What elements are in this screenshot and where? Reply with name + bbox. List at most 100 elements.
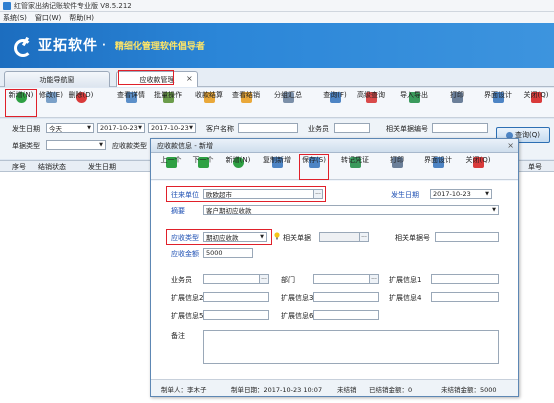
batch-operation-button[interactable]: 批量操作 bbox=[151, 90, 185, 116]
date-label: 发生日期 bbox=[12, 125, 40, 133]
prev-button[interactable]: 上一个 bbox=[157, 155, 185, 181]
ext2-label: 扩展信息2 bbox=[171, 294, 204, 302]
ext2-input[interactable] bbox=[203, 292, 269, 302]
column-header[interactable]: 结销状态 bbox=[38, 162, 66, 172]
copy-add-button[interactable]: 复制新增 bbox=[259, 155, 295, 181]
print-button[interactable]: 打印 bbox=[445, 90, 469, 116]
brand-banner: 亚拓软件 · 精细化管理软件倡导者 bbox=[0, 23, 554, 68]
brand-name: 亚拓软件 bbox=[38, 38, 98, 54]
ext5-input[interactable] bbox=[203, 310, 269, 320]
date-input[interactable]: 2017-10-23 ▼ bbox=[430, 189, 492, 199]
brand-slogan: 精细化管理软件倡导者 bbox=[114, 41, 205, 52]
tab-highlight-box bbox=[118, 70, 174, 85]
view-detail-button[interactable]: 查看详情 bbox=[114, 90, 148, 116]
related-doc-label: 相关单据 bbox=[283, 234, 311, 242]
dialog-ui-design-button[interactable]: 界面设计 bbox=[421, 155, 455, 181]
view-settle-button[interactable]: 查看结销 bbox=[229, 90, 263, 116]
ext4-input[interactable] bbox=[431, 292, 499, 302]
save-button-highlight-box bbox=[299, 154, 329, 180]
salesperson-input[interactable] bbox=[334, 123, 370, 133]
dept-input[interactable]: ··· bbox=[313, 274, 379, 284]
created-date-text: 制单日期：2017-10-23 10:07 bbox=[231, 386, 323, 394]
related-no-input[interactable] bbox=[435, 232, 499, 242]
tab-label: 功能导航窗 bbox=[39, 75, 75, 84]
menu-system[interactable]: 系统(S) bbox=[3, 13, 27, 23]
delete-button[interactable]: 删除(D) bbox=[66, 90, 96, 116]
related-no-input[interactable] bbox=[432, 123, 488, 133]
ext3-label: 扩展信息3 bbox=[281, 294, 314, 302]
tab-close-icon[interactable]: × bbox=[186, 74, 193, 83]
creator-text: 制单人：李木子 bbox=[161, 386, 207, 394]
date-label: 发生日期 bbox=[391, 191, 419, 199]
dialog-toolbar: 上一个 下一个 新增(N) 复制新增 保存(S) 转记凭证 打印 界面设计 关闭… bbox=[151, 153, 518, 180]
related-doc-lookup-button[interactable]: ··· bbox=[359, 233, 368, 241]
dropdown-arrow-icon: ▼ bbox=[99, 142, 103, 148]
dept-lookup-button[interactable]: ··· bbox=[369, 275, 378, 283]
query-button[interactable]: 查询(F) bbox=[320, 90, 350, 116]
ext6-label: 扩展信息6 bbox=[281, 312, 314, 320]
window-title: 红管家出纳记账软件专业版 V8.5.212 bbox=[14, 1, 132, 10]
recv-type-label: 应收款类型 bbox=[112, 142, 147, 150]
dialog-print-button[interactable]: 打印 bbox=[387, 155, 407, 181]
dropdown-arrow-icon: ▼ bbox=[189, 125, 193, 131]
close-button[interactable]: 关闭(Q) bbox=[521, 90, 551, 116]
settle-state-text: 未结销 bbox=[337, 386, 357, 394]
date-preset-select[interactable]: 今天 ▼ bbox=[46, 123, 94, 133]
import-export-button[interactable]: 导入导出 bbox=[396, 90, 432, 116]
date-from-input[interactable]: 2017-10-23 ▼ bbox=[97, 123, 145, 133]
amount-input[interactable]: 5000 bbox=[203, 248, 253, 258]
ext3-input[interactable] bbox=[313, 292, 379, 302]
note-textarea[interactable] bbox=[203, 330, 499, 364]
brand-separator: · bbox=[102, 39, 107, 51]
transfer-voucher-button[interactable]: 转记凭证 bbox=[337, 155, 373, 181]
doc-type-select[interactable]: ▼ bbox=[46, 140, 106, 150]
related-doc-input[interactable]: ··· bbox=[319, 232, 369, 242]
next-button[interactable]: 下一个 bbox=[189, 155, 217, 181]
salesperson-label: 业务员 bbox=[308, 125, 329, 133]
salesperson-label: 业务员 bbox=[171, 276, 192, 284]
advanced-query-button[interactable]: 高级查询 bbox=[354, 90, 388, 116]
menu-help[interactable]: 帮助(H) bbox=[69, 13, 94, 23]
tab-function-nav[interactable]: 功能导航窗 bbox=[4, 71, 110, 87]
title-bar: 红管家出纳记账软件专业版 V8.5.212 bbox=[0, 0, 554, 12]
dialog-close-icon[interactable]: × bbox=[507, 141, 514, 150]
receipt-settle-button[interactable]: 收款结算 bbox=[192, 90, 226, 116]
dialog-status-bar: 制单人：李木子 制单日期：2017-10-23 10:07 未结销 已结销金额：… bbox=[151, 379, 518, 396]
summary-input[interactable]: 客户期初应收款 ▼ bbox=[203, 205, 499, 215]
settled-amount-text: 已结销金额：0 bbox=[369, 386, 413, 394]
ext6-input[interactable] bbox=[313, 310, 379, 320]
edit-button[interactable]: 修改(E) bbox=[36, 90, 66, 116]
salesperson-input[interactable]: ··· bbox=[203, 274, 269, 284]
column-header[interactable]: 单号 bbox=[528, 162, 542, 172]
dialog-close-button[interactable]: 关闭(Q) bbox=[463, 155, 493, 181]
ui-design-button[interactable]: 界面设计 bbox=[481, 90, 515, 116]
column-header[interactable]: 序号 bbox=[12, 162, 26, 172]
menu-window[interactable]: 窗口(W) bbox=[35, 13, 61, 23]
dialog-form: 往来单位 欧欧超市 ··· 发生日期 2017-10-23 ▼ 摘要 客户期初应… bbox=[151, 181, 518, 379]
related-no-label: 相关单据号 bbox=[395, 234, 430, 242]
note-label: 备注 bbox=[171, 332, 185, 340]
date-to-input[interactable]: 2017-10-23 ▼ bbox=[148, 123, 196, 133]
ext4-label: 扩展信息4 bbox=[389, 294, 422, 302]
dialog-add-button[interactable]: 新增(N) bbox=[223, 155, 253, 181]
related-no-label: 相关单据编号 bbox=[386, 125, 428, 133]
doc-type-label: 单据类型 bbox=[12, 142, 40, 150]
document-tabs: 功能导航窗 应收款管理 bbox=[0, 68, 554, 87]
customer-label: 客户名称 bbox=[206, 125, 234, 133]
dialog-title: 应收款信息 - 新增 bbox=[157, 141, 213, 150]
summary-label: 摘要 bbox=[171, 207, 185, 215]
app-logo-icon bbox=[3, 1, 11, 10]
salesperson-lookup-button[interactable]: ··· bbox=[259, 275, 268, 283]
dropdown-arrow-icon: ▼ bbox=[492, 207, 496, 213]
group-summary-button[interactable]: 分组汇总 bbox=[270, 90, 306, 116]
dept-label: 部门 bbox=[281, 276, 295, 284]
add-button-highlight-box bbox=[5, 89, 37, 117]
dialog-title-bar: 应收款信息 - 新增 × bbox=[151, 139, 518, 153]
column-header[interactable]: 发生日期 bbox=[88, 162, 116, 172]
ext1-input[interactable] bbox=[431, 274, 499, 284]
customer-input[interactable] bbox=[238, 123, 298, 133]
ext5-label: 扩展信息5 bbox=[171, 312, 204, 320]
lightbulb-icon bbox=[274, 232, 280, 240]
menu-bar: 系统(S) 窗口(W) 帮助(H) bbox=[0, 12, 554, 23]
main-toolbar: 新增(N) 修改(E) 删除(D) 查看详情 批量操作 收款结算 查看结销 分组… bbox=[0, 88, 554, 118]
